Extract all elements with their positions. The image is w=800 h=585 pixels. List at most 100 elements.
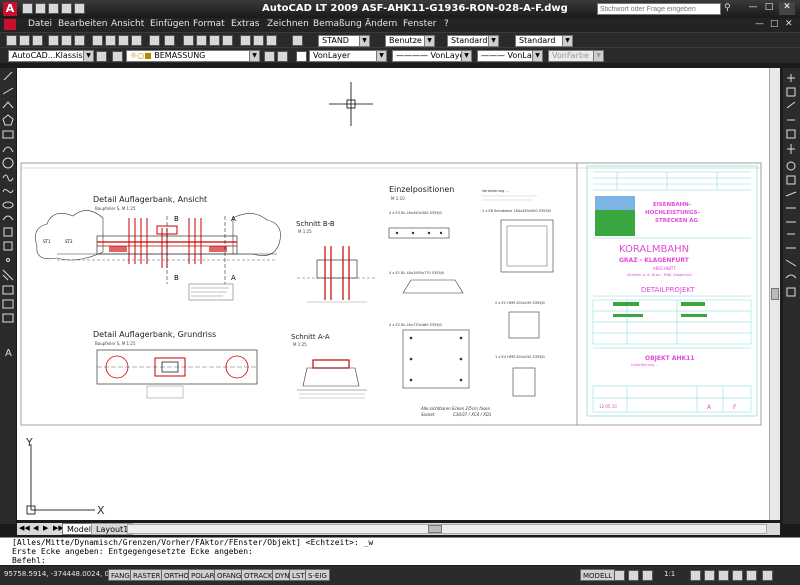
linetype-combo[interactable]: ———— VonLayer ▼ [392,50,472,62]
chevron-down-icon[interactable]: ▼ [359,36,369,46]
cut-icon[interactable] [92,35,103,46]
zoom-realtime-icon[interactable] [196,35,207,46]
designcenter-icon[interactable] [253,35,264,46]
publish-icon[interactable] [74,35,85,46]
search-icon[interactable]: ⚲ [724,3,736,15]
plot-icon[interactable] [48,35,59,46]
chevron-down-icon[interactable]: ▼ [488,36,498,46]
grid-toggle[interactable]: RASTER [130,569,164,581]
qopen-icon[interactable] [19,35,30,46]
chevron-down-icon[interactable]: ▼ [376,51,386,61]
otrack-toggle[interactable]: OTRACK [241,569,276,581]
chevron-down-icon[interactable]: ▼ [562,36,572,46]
paste-icon[interactable] [118,35,129,46]
make-current-icon[interactable] [264,51,275,62]
zoom-status-icon[interactable] [642,570,653,581]
menu-bemassung[interactable]: Bemaßung [313,19,362,29]
command-prompt[interactable]: Befehl: [0,556,800,565]
status-menu-icon[interactable] [746,570,757,581]
toolpalettes-icon[interactable] [266,35,277,46]
print-icon[interactable] [61,3,72,14]
chevron-down-icon[interactable]: ▼ [593,51,603,61]
menu-zeichnen[interactable]: Zeichnen [267,19,309,29]
autocad-logo-icon[interactable]: A [3,2,17,16]
hatch-icon [2,269,14,281]
properties-icon[interactable] [240,35,251,46]
qsave-icon[interactable] [32,35,43,46]
command-window[interactable]: [Alles/Mitte/Dynamisch/Grenzen/Vorher/FA… [0,537,800,565]
doc-minimize-icon[interactable]: — [755,19,764,29]
menu-aendern[interactable]: Ändern [365,19,397,29]
qp-toggle[interactable]: S-EIG [305,569,330,581]
tab-first-icon[interactable]: ◀◀ [19,524,30,532]
matchprop-icon[interactable] [131,35,142,46]
layout-view-icon[interactable] [614,570,625,581]
open-icon[interactable] [35,3,46,14]
chevron-down-icon[interactable]: ▼ [249,51,259,61]
preview-icon[interactable] [61,35,72,46]
tablestyle-combo[interactable]: Standard ▼ [447,35,499,47]
qnew-icon[interactable] [6,35,17,46]
menu-help[interactable]: ? [444,19,449,29]
model-space-toggle[interactable]: MODELL [580,569,616,581]
menu-datei[interactable]: Datei [28,19,52,29]
copy-icon[interactable] [105,35,116,46]
workspace-combo[interactable]: AutoCAD...Klassisch ▼ [8,50,94,62]
menu-fenster[interactable]: Fenster [403,19,436,29]
drawing-canvas[interactable]: Detail Auflagerbank, Ansicht Baupfeiler … [17,68,780,520]
workspace-value: AutoCAD...Klassisch [12,51,92,60]
close-icon[interactable]: ✕ [779,2,795,15]
menu-einfuegen[interactable]: Einfügen [150,19,190,29]
pan-status-icon[interactable] [628,570,639,581]
workspace-settings-icon[interactable] [96,51,107,62]
annotation-visibility-icon[interactable] [690,570,701,581]
tab-next-icon[interactable]: ▶ [43,524,48,532]
doc-close-icon[interactable]: ✕ [785,19,793,29]
osnap-toggle[interactable]: OFANG [214,569,245,581]
hscroll-thumb[interactable] [428,525,442,533]
chevron-down-icon[interactable]: ▼ [83,51,93,61]
toolbar-lock-icon[interactable] [732,570,743,581]
drawing-svg[interactable]: Detail Auflagerbank, Ansicht Baupfeiler … [17,68,769,520]
layer-combo[interactable]: ☼○■ BEMASSUNG ▼ [126,50,260,62]
workspace-switch-icon[interactable] [718,570,729,581]
mleaderstyle-combo[interactable]: Standard ▼ [515,35,573,47]
zoom-previous-icon[interactable] [222,35,233,46]
chevron-down-icon[interactable]: ▼ [532,51,542,61]
menu-format[interactable]: Format [193,19,225,29]
horizontal-scrollbar[interactable] [127,524,767,534]
vertical-scrollbar[interactable] [769,68,780,520]
menu-extras[interactable]: Extras [231,19,259,29]
save-icon[interactable] [48,3,59,14]
pan-icon[interactable] [183,35,194,46]
help-icon[interactable] [292,35,303,46]
menu-bearbeiten[interactable]: Bearbeiten [58,19,107,29]
lineweight-combo[interactable]: ——— VonLayer ▼ [477,50,543,62]
zoom-window-icon[interactable] [209,35,220,46]
new-icon[interactable] [22,3,33,14]
chevron-down-icon[interactable]: ▼ [424,36,434,46]
doc-restore-icon[interactable]: □ [770,19,779,29]
redo-tb-icon[interactable] [164,35,175,46]
layer-properties-icon[interactable] [112,51,123,62]
undo-icon[interactable] [74,3,85,14]
autoscale-icon[interactable] [704,570,715,581]
color-swatch-icon[interactable] [296,51,307,62]
undo-tb-icon[interactable] [149,35,160,46]
table-icon [2,313,14,323]
textstyle-combo[interactable]: STAND ▼ [318,35,370,47]
chevron-down-icon[interactable]: ▼ [461,51,471,61]
maximize-icon[interactable]: □ [762,2,776,15]
dimstyle-combo[interactable]: Benutze ▼ [385,35,435,47]
scroll-thumb[interactable] [771,288,779,300]
plotstyle-combo[interactable]: VonFarbe ▼ [548,50,604,62]
layer-previous-icon[interactable] [277,51,288,62]
color-combo[interactable]: VonLayer ▼ [309,50,387,62]
minimize-icon[interactable]: — [746,2,760,15]
document-icon[interactable] [4,19,16,30]
clean-screen-icon[interactable] [762,570,773,581]
annotation-scale[interactable]: 1:1 [664,570,675,578]
tab-prev-icon[interactable]: ◀ [33,524,38,532]
help-search-input[interactable] [597,3,721,15]
menu-ansicht[interactable]: Ansicht [111,19,144,29]
